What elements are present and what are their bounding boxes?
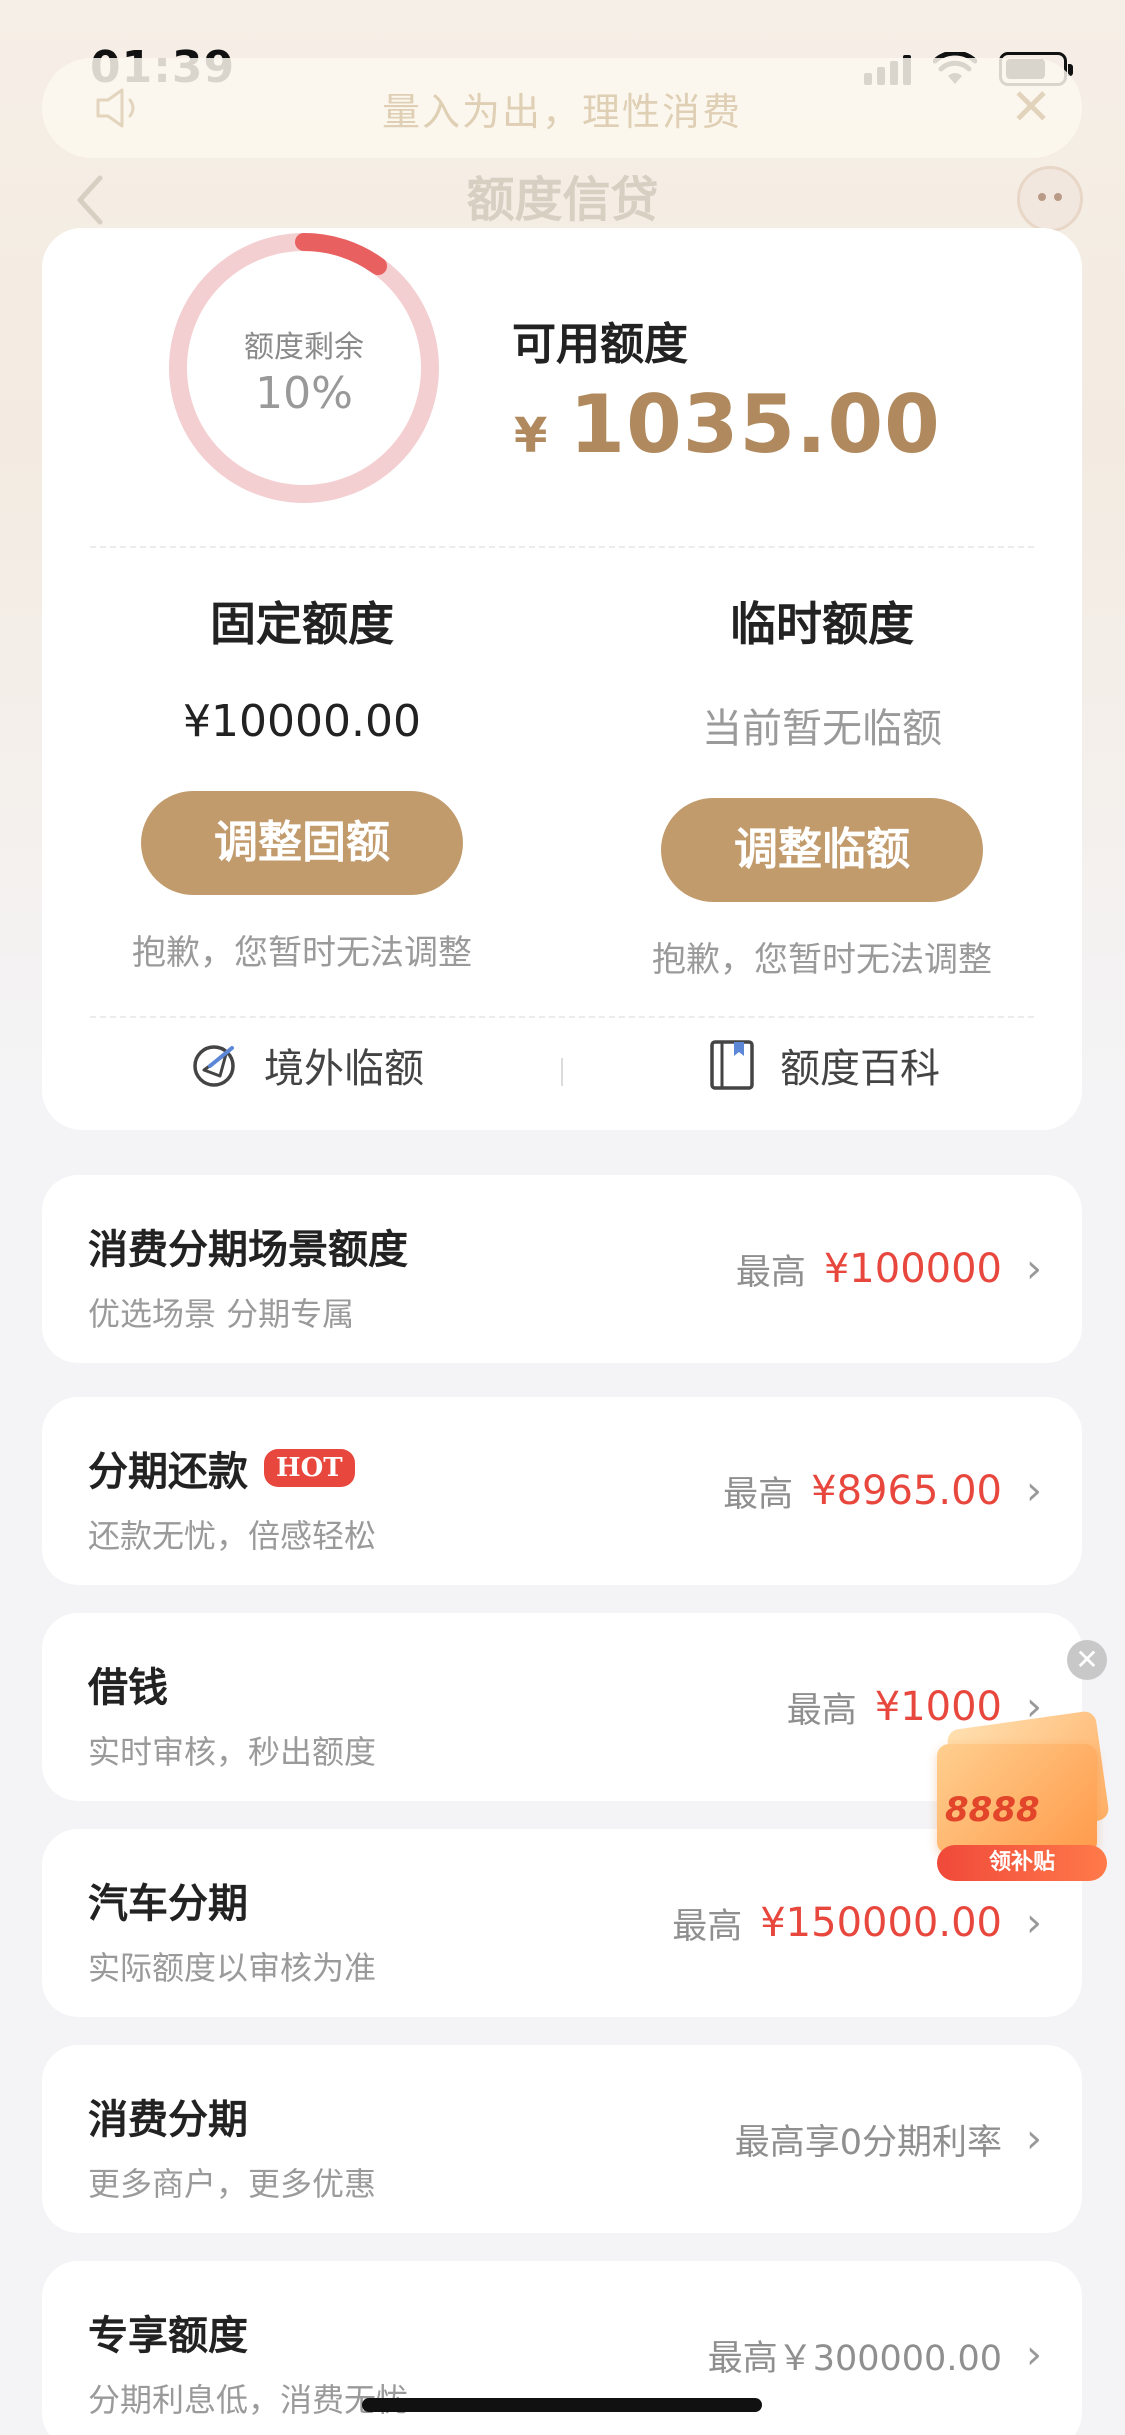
list-item-label: 最高 xyxy=(672,1906,743,1947)
available-value: 1035.00 xyxy=(569,378,941,471)
list-item[interactable]: 分期还款 HOT 还款无忧，倍感轻松 最高 ¥8965.00 › xyxy=(42,1397,1082,1585)
adjust-fixed-button[interactable]: 调整固额 xyxy=(141,791,463,895)
list-item-subtitle: 更多商户，更多优惠 xyxy=(88,2165,377,2203)
promo-tag: 领补贴 xyxy=(937,1845,1107,1881)
plane-globe-icon xyxy=(193,1045,235,1087)
fixed-credit-value: ¥10000.00 xyxy=(183,696,421,747)
ring-percent: 10% xyxy=(255,368,353,419)
subsidy-promo-float[interactable]: ✕ 8888 领补贴 xyxy=(925,1640,1115,1881)
chevron-right-icon: › xyxy=(1026,2116,1042,2162)
temporary-credit-title: 临时额度 xyxy=(730,597,914,651)
chevron-right-icon: › xyxy=(1026,2332,1042,2378)
overseas-temp-credit-link[interactable]: 境外临额 xyxy=(190,1036,424,1094)
temporary-credit-value: 当前暂无临额 xyxy=(702,706,942,752)
available-label: 可用额度 xyxy=(512,319,688,370)
dashed-divider xyxy=(90,546,1034,548)
fixed-credit-title: 固定额度 xyxy=(210,597,394,651)
list-item-subtitle: 优选场景 分期专属 xyxy=(88,1295,355,1333)
promo-close-icon[interactable]: ✕ xyxy=(1067,1640,1107,1680)
list-item-value: 最高￥300000.00 xyxy=(707,2338,1002,2379)
credit-encyclopedia-link[interactable]: 额度百科 xyxy=(708,1036,940,1094)
list-item[interactable]: 消费分期 更多商户，更多优惠 最高享0分期利率 › xyxy=(42,2045,1082,2233)
list-item-subtitle: 分期利息低，消费无忧 xyxy=(88,2381,409,2419)
list-item-value: ¥8965.00 xyxy=(811,1468,1002,1514)
available-amount: ¥ 1035.00 xyxy=(514,378,941,471)
adjust-temporary-button[interactable]: 调整临额 xyxy=(661,798,983,902)
temporary-credit-note: 抱歉，您暂时无法调整 xyxy=(652,940,992,980)
mascot-avatar-icon[interactable] xyxy=(1017,166,1083,232)
list-item-title: 消费分期 xyxy=(88,2097,248,2143)
notice-close-icon[interactable]: ✕ xyxy=(1010,82,1052,132)
fixed-credit-note: 抱歉，您暂时无法调整 xyxy=(132,933,472,973)
speaker-icon xyxy=(96,88,135,128)
book-icon xyxy=(710,1040,754,1090)
list-item-title: 专享额度 xyxy=(88,2313,248,2359)
notice-text: 量入为出，理性消费 xyxy=(381,89,742,134)
list-item-label: 最高 xyxy=(723,1474,794,1515)
list-item-subtitle: 实际额度以审核为准 xyxy=(88,1949,377,1987)
list-item-subtitle: 还款无忧，倍感轻松 xyxy=(88,1517,377,1555)
hot-badge: HOT xyxy=(264,1449,355,1487)
list-item-value: ¥150000.00 xyxy=(760,1900,1002,1946)
list-item-subtitle: 实时审核，秒出额度 xyxy=(88,1733,377,1771)
list-item-value: ¥100000 xyxy=(823,1246,1002,1292)
chevron-right-icon: › xyxy=(1026,1246,1042,1292)
list-item-title: 汽车分期 xyxy=(88,1881,248,1927)
remaining-ring: 额度剩余 10% xyxy=(164,228,444,508)
home-indicator xyxy=(362,2398,762,2412)
overseas-link-label: 境外临额 xyxy=(264,1046,424,1092)
temporary-credit-column: 临时额度 当前暂无临额 调整临额 抱歉，您暂时无法调整 xyxy=(562,588,1082,981)
list-item-title: 分期还款 xyxy=(88,1449,248,1495)
chevron-right-icon: › xyxy=(1026,1468,1042,1514)
dashed-divider xyxy=(90,1016,1034,1018)
list-item-label: 最高 xyxy=(786,1690,857,1731)
encyclopedia-link-label: 额度百科 xyxy=(780,1046,940,1092)
list-item-value: 最高享0分期利率 xyxy=(734,2122,1002,2163)
fixed-credit-column: 固定额度 ¥10000.00 调整固额 抱歉，您暂时无法调整 xyxy=(42,588,562,974)
list-item-title: 借钱 xyxy=(88,1665,168,1711)
list-item-label: 最高 xyxy=(735,1252,806,1293)
currency-symbol: ¥ xyxy=(514,408,548,464)
page-title: 额度信贷 xyxy=(466,172,659,228)
link-separator xyxy=(561,1058,563,1086)
credit-summary-card: 额度剩余 10% 可用额度 ¥ 1035.00 固定额度 ¥10000.00 调… xyxy=(42,228,1082,1130)
list-item-title: 消费分期场景额度 xyxy=(88,1227,408,1273)
promo-amount: 8888 xyxy=(945,1790,1040,1830)
ring-label: 额度剩余 xyxy=(244,330,364,365)
chevron-right-icon: › xyxy=(1026,1900,1042,1946)
notice-banner: 量入为出，理性消费 ✕ xyxy=(42,58,1082,158)
list-item[interactable]: 消费分期场景额度 优选场景 分期专属 最高 ¥100000 › xyxy=(42,1175,1082,1363)
